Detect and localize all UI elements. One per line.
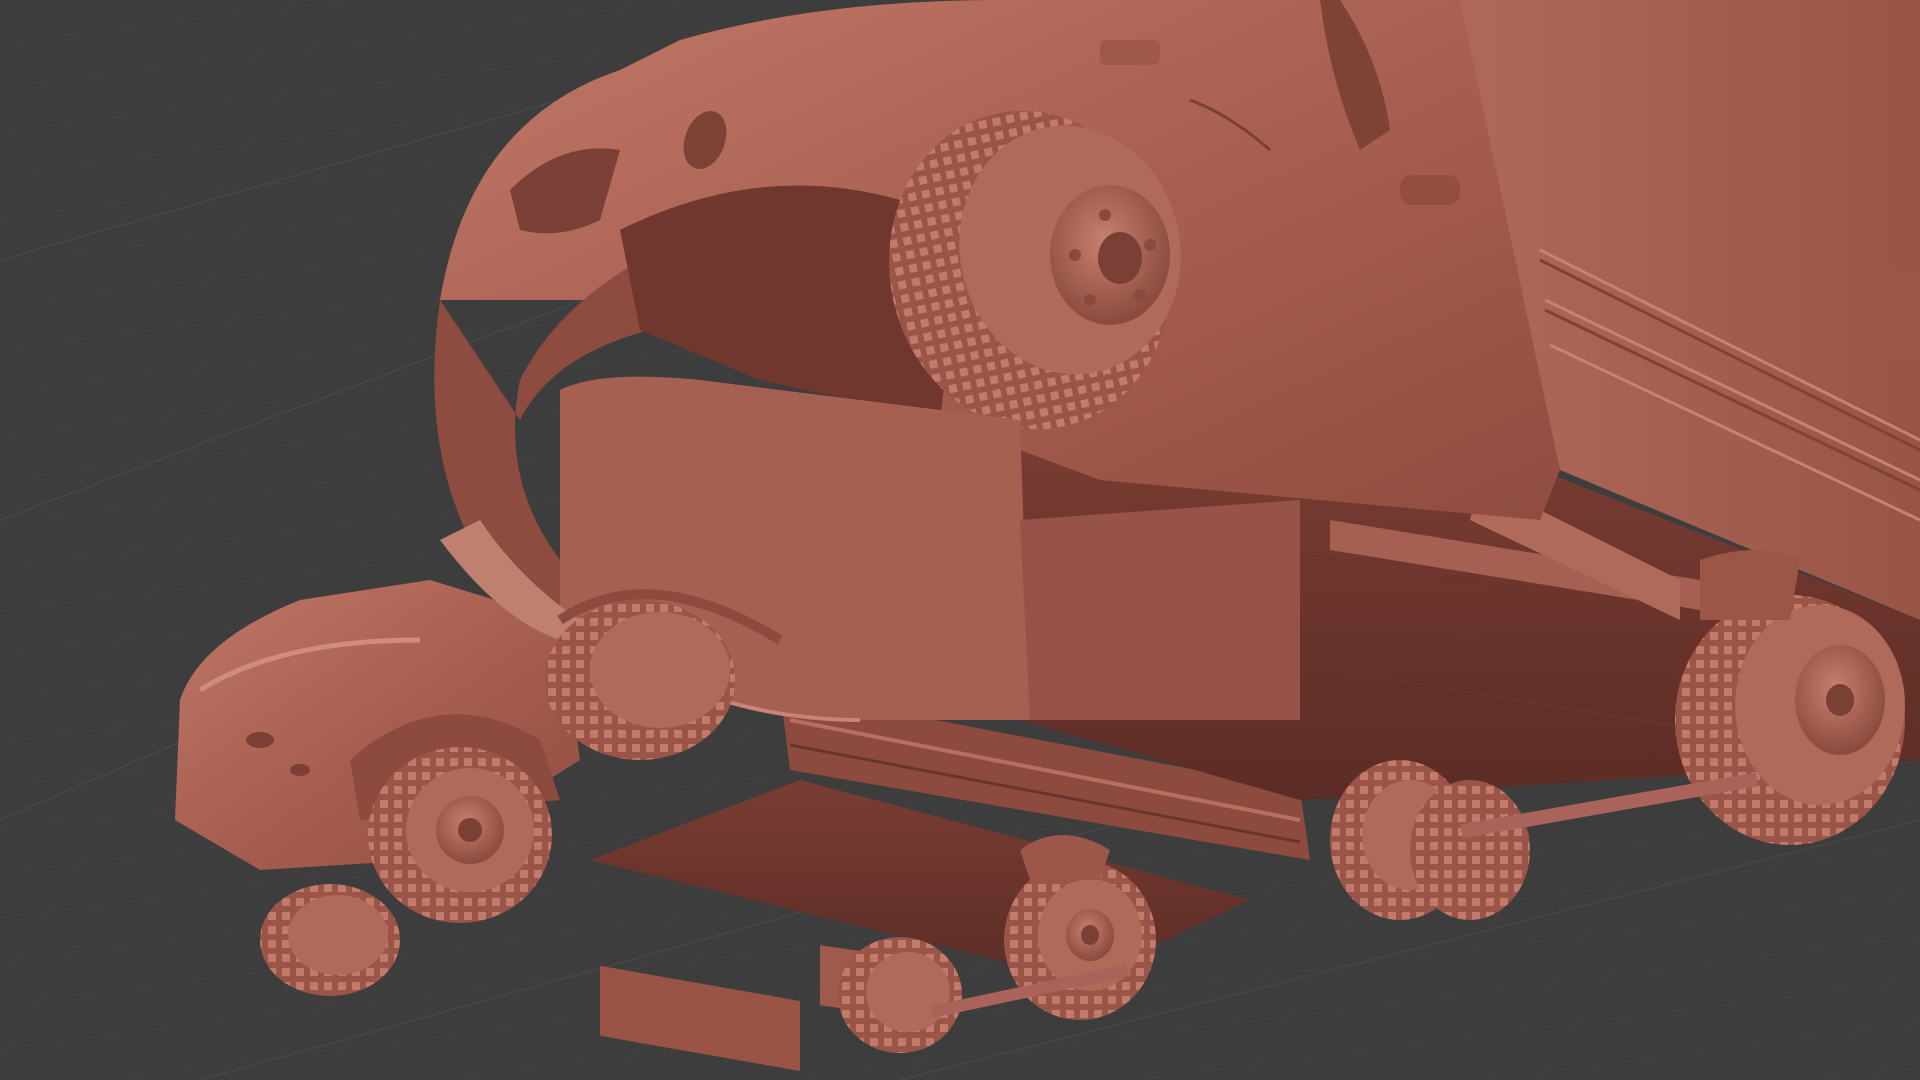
small-truck-front-wheel <box>368 747 552 923</box>
viewport-canvas[interactable] <box>0 0 1920 1080</box>
small-truck-rear-wheel-far <box>838 937 962 1053</box>
door-handle <box>1400 175 1460 205</box>
large-truck-rear-wheel <box>1675 595 1905 845</box>
small-truck-front-wheel-far <box>260 884 400 996</box>
3d-viewport[interactable] <box>0 0 1920 1080</box>
cab-floor <box>1020 500 1300 720</box>
cab-side-marker <box>1100 40 1160 65</box>
cargo-box-hinge <box>1880 270 1920 360</box>
small-truck-headlight <box>246 732 274 748</box>
rear-mudflap <box>1700 550 1800 620</box>
